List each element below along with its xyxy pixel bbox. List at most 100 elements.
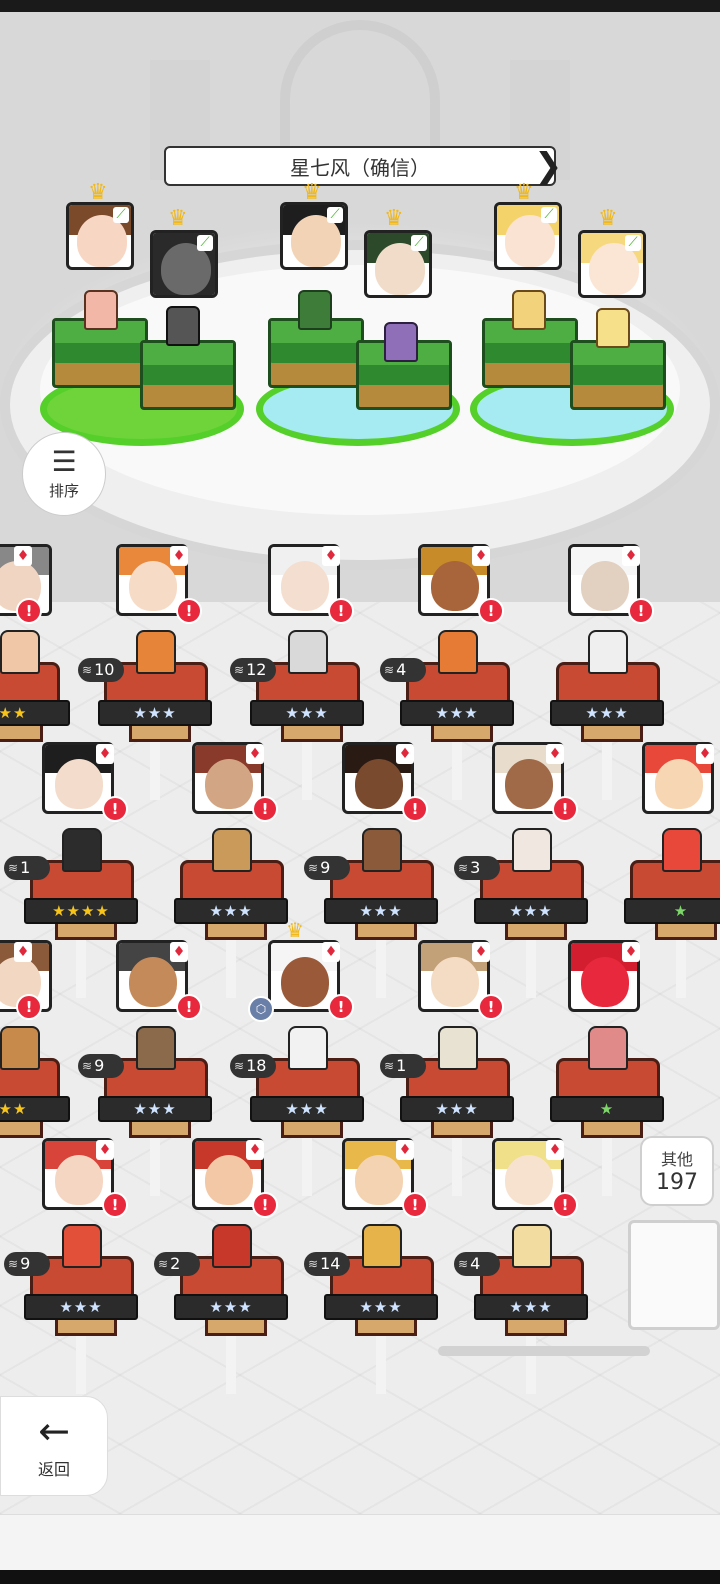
stack-icon: ≋ (384, 663, 395, 677)
hero-card[interactable]: ♦! ★★★ ≋ 3 (454, 742, 602, 998)
alert-icon: ! (552, 796, 578, 822)
empty-pedestal[interactable] (628, 1220, 720, 1330)
alert-icon: ! (252, 796, 278, 822)
stack-icon: ≋ (234, 1059, 245, 1073)
alert-icon: ! (16, 994, 42, 1020)
crown-icon: ♛ (302, 180, 322, 205)
star-rating: ★ (624, 898, 720, 924)
hero-sprite[interactable] (596, 308, 630, 348)
star-rating: ★★★ (250, 700, 364, 726)
alert-icon: ! (328, 598, 354, 624)
hero-sprite[interactable] (384, 322, 418, 362)
next-formation-button[interactable]: ❯ (534, 146, 563, 188)
alert-icon: ! (16, 598, 42, 624)
sort-button[interactable]: ☰ 排序 (22, 432, 106, 516)
back-label: 返回 (37, 1460, 70, 1479)
team-portrait[interactable]: ⟋ (150, 230, 218, 298)
suit-icon: ♦ (96, 1140, 114, 1160)
crown-icon: ♛ (88, 180, 108, 205)
team-portrait[interactable]: ⟋ (280, 202, 348, 270)
hero-card[interactable]: ♦ ★ (548, 940, 678, 1196)
others-counter[interactable]: 其他 197 (640, 1136, 714, 1206)
hero-card[interactable]: ♦ ★ (622, 742, 720, 998)
hero-sprite (288, 630, 328, 674)
copies-count: 10 (94, 660, 115, 679)
horizontal-scrollbar[interactable] (438, 1346, 650, 1356)
copies-count: 9 (320, 858, 331, 877)
star-rating: ★★★ (400, 1096, 514, 1122)
alert-icon: ! (328, 994, 354, 1020)
hero-card[interactable]: ♦! ★★★★ ≋ 1 (4, 742, 152, 998)
suit-icon: ♦ (396, 744, 414, 764)
hero-sprite (62, 828, 102, 872)
hero-sprite[interactable] (166, 306, 200, 346)
team-portrait[interactable]: ⟋ (364, 230, 432, 298)
suit-icon: ♦ (170, 942, 188, 962)
hero-sprite (662, 828, 702, 872)
copies-count: 4 (470, 1254, 481, 1273)
hero-sprite (438, 1026, 478, 1070)
leaf-icon: ⟋ (197, 235, 213, 251)
hero-card[interactable]: ♦! ★★★ ≋ 9 (4, 1138, 152, 1394)
stack-icon: ≋ (308, 861, 319, 875)
crown-icon: ♛ (384, 206, 404, 231)
copies-badge: ≋ 1 (4, 856, 50, 880)
hero-card[interactable]: ♦! ★★★ ≋ 9 (78, 940, 226, 1196)
suit-icon: ♦ (622, 546, 640, 566)
copies-badge: ≋ 12 (230, 658, 276, 682)
hero-card[interactable]: ♦! ★★★ ≋ 18 ♛ ⬡ (230, 918, 378, 1196)
star-rating: ★★★ (324, 1294, 438, 1320)
stack-icon: ≋ (308, 1257, 319, 1271)
copies-badge: ≋ 4 (454, 1252, 500, 1276)
others-count: 197 (656, 1170, 698, 1195)
star-rating: ★★★ (474, 1294, 588, 1320)
hero-sprite (212, 828, 252, 872)
copies-badge: ≋ 9 (78, 1054, 124, 1078)
suit-icon: ♦ (696, 744, 714, 764)
star-rating: ★ (550, 1096, 664, 1122)
hero-card[interactable]: ♦! ★★★ ≋ 9 (304, 742, 452, 998)
crown-icon: ♛ (598, 206, 618, 231)
hero-card[interactable]: ♦! ★★★ ≋ 14 (304, 1138, 452, 1394)
team-portrait[interactable]: ⟋ (494, 202, 562, 270)
back-button[interactable]: ← 返回 (0, 1396, 108, 1496)
suit-icon: ♦ (472, 546, 490, 566)
leaf-icon: ⟋ (541, 207, 557, 223)
alert-icon: ! (252, 1192, 278, 1218)
game-screen: ❮ 星七风（确信） ❯ ♛ ⟋ ♛ ⟋ ♛ ⟋ ♛ ⟋ ♛ ⟋ ♛ ⟋ ☰ 排序 (0, 0, 720, 1584)
stack-icon: ≋ (158, 1257, 169, 1271)
hero-sprite (62, 1224, 102, 1268)
stack-icon: ≋ (458, 1257, 469, 1271)
hero-sprite (438, 630, 478, 674)
team-portrait[interactable]: ⟋ (66, 202, 134, 270)
hero-card[interactable]: ♦! ★★★ ≋ 4 (454, 1138, 602, 1394)
leaf-icon: ⟋ (327, 207, 343, 223)
hero-sprite[interactable] (298, 290, 332, 330)
hero-card[interactable]: ♦! ★★★ ≋ 10 (78, 544, 226, 800)
hero-card[interactable]: ♦! ★★★ (548, 544, 678, 800)
formation-title: 星七风（确信） (164, 146, 556, 186)
hero-block[interactable] (140, 340, 236, 410)
team-portrait[interactable]: ⟋ (578, 230, 646, 298)
stack-icon: ≋ (82, 1059, 93, 1073)
hero-card[interactable]: ♦! ★★★ (172, 742, 302, 998)
hero-card[interactable]: ♦! ★★★ ≋ 12 (230, 544, 378, 800)
leaf-icon: ⟋ (625, 235, 641, 251)
hero-sprite (288, 1026, 328, 1070)
hero-sprite (362, 1224, 402, 1268)
hero-sprite[interactable] (512, 290, 546, 330)
alert-icon: ! (552, 1192, 578, 1218)
leaf-icon: ⟋ (411, 235, 427, 251)
hero-card[interactable]: ♦ ! ★★ (0, 544, 70, 744)
star-rating: ★★★ (174, 898, 288, 924)
hero-sprite[interactable] (84, 290, 118, 330)
alert-icon: ! (102, 1192, 128, 1218)
hero-card[interactable]: ♦! ★★★ ≋ 2 (154, 1138, 302, 1394)
hero-sprite (512, 1224, 552, 1268)
hero-card[interactable]: ♦! ★★★ ≋ 4 (380, 544, 528, 800)
hero-sprite (136, 1026, 176, 1070)
hero-card[interactable]: ♦! ★★★ ≋ 1 (380, 940, 528, 1196)
hero-block[interactable] (570, 340, 666, 410)
alert-icon: ! (402, 796, 428, 822)
hero-card[interactable]: ♦ ! ★★ (0, 940, 70, 1140)
